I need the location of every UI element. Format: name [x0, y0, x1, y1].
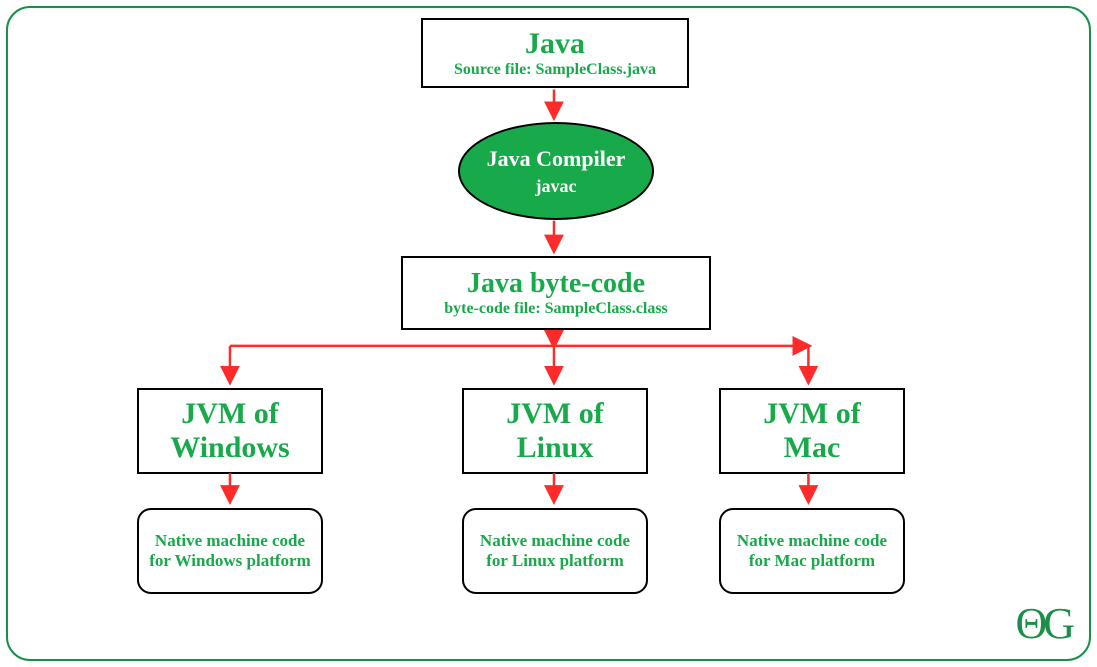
jvm-mac-l1: JVM of	[763, 397, 860, 432]
native-mac-box: Native machine code for Mac platform	[719, 508, 905, 594]
bytecode-title: Java byte-code	[467, 268, 645, 300]
native-mac-text: Native machine code for Mac platform	[731, 531, 893, 570]
java-source-subtitle: Source file: SampleClass.java	[454, 61, 656, 79]
java-compiler-ellipse: Java Compiler javac	[458, 122, 654, 220]
compiler-subtitle: javac	[536, 176, 577, 197]
native-linux-box: Native machine code for Linux platform	[462, 508, 648, 594]
java-source-box: Java Source file: SampleClass.java	[421, 18, 689, 88]
java-source-title: Java	[525, 27, 585, 62]
compiler-title: Java Compiler	[487, 146, 626, 172]
jvm-linux-l1: JVM of	[506, 397, 603, 432]
bytecode-box: Java byte-code byte-code file: SampleCla…	[401, 256, 711, 330]
jvm-linux-l2: Linux	[517, 431, 594, 466]
diagram-frame: Java Source file: SampleClass.java Java …	[6, 6, 1091, 661]
jvm-windows-box: JVM of Windows	[137, 388, 323, 474]
native-linux-text: Native machine code for Linux platform	[474, 531, 636, 570]
bytecode-subtitle: byte-code file: SampleClass.class	[444, 300, 668, 318]
jvm-mac-box: JVM of Mac	[719, 388, 905, 474]
jvm-mac-l2: Mac	[784, 431, 841, 466]
native-windows-text: Native machine code for Windows platform	[149, 531, 311, 570]
jvm-windows-l2: Windows	[170, 431, 290, 466]
jvm-linux-box: JVM of Linux	[462, 388, 648, 474]
jvm-windows-l1: JVM of	[181, 397, 278, 432]
watermark-logo: ΘG	[1015, 598, 1071, 649]
native-windows-box: Native machine code for Windows platform	[137, 508, 323, 594]
